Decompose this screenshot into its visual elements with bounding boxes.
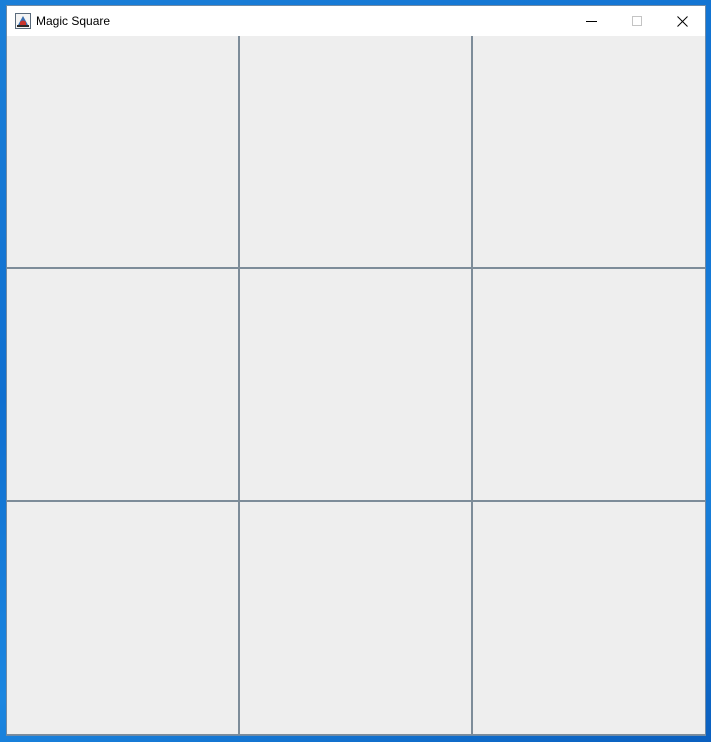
minimize-button[interactable] — [568, 6, 614, 36]
window-title: Magic Square — [36, 14, 111, 28]
grid-cell-r3-c1[interactable] — [7, 502, 238, 734]
title-bar[interactable]: Magic Square — [7, 6, 705, 36]
grid-cell-r2-c2[interactable] — [240, 269, 471, 500]
grid-cell-r2-c3[interactable] — [473, 269, 705, 500]
grid-cell-r1-c2[interactable] — [240, 36, 471, 267]
grid-cell-r1-c1[interactable] — [7, 36, 238, 267]
grid-cell-r2-c1[interactable] — [7, 269, 238, 500]
close-button[interactable] — [659, 6, 705, 36]
maximize-button[interactable] — [614, 6, 660, 36]
app-window: Magic Square — [6, 5, 706, 736]
java-app-icon — [15, 13, 31, 29]
close-icon — [676, 15, 688, 27]
grid-cell-r3-c3[interactable] — [473, 502, 705, 734]
maximize-icon — [631, 15, 642, 26]
grid-cell-r3-c2[interactable] — [240, 502, 471, 734]
magic-square-grid — [7, 36, 705, 735]
minimize-icon — [585, 20, 597, 22]
grid-cell-r1-c3[interactable] — [473, 36, 705, 267]
